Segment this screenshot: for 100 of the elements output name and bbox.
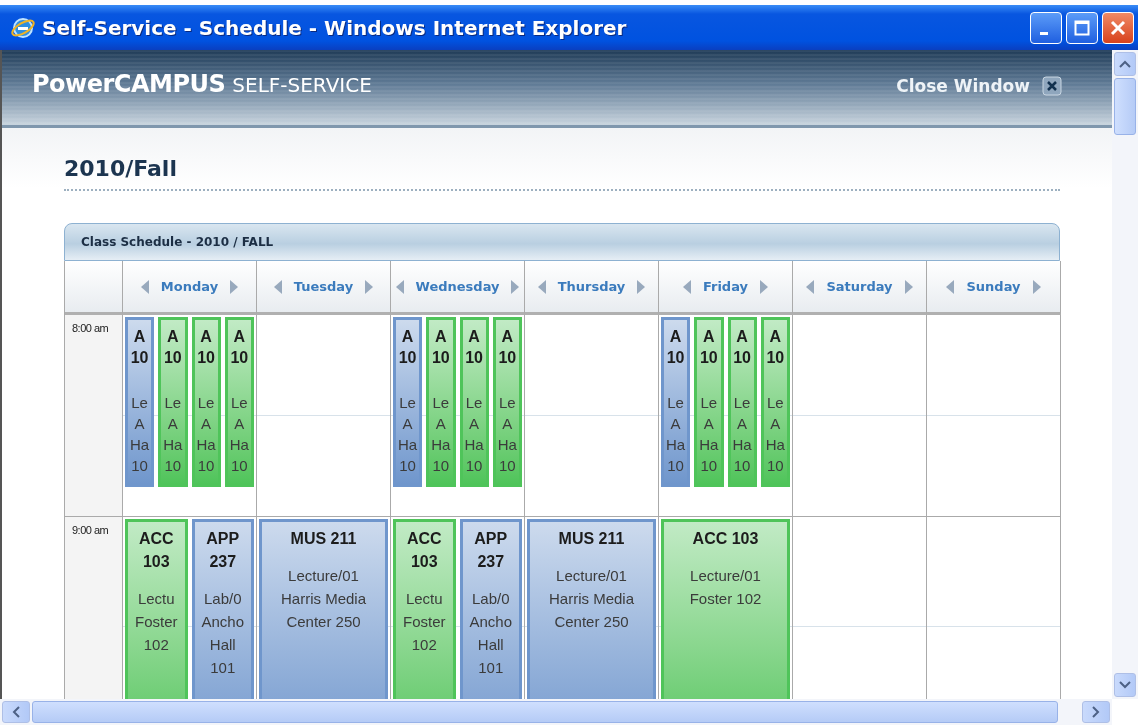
next-arrow-icon[interactable] <box>511 279 520 294</box>
day-name[interactable]: Friday <box>702 279 749 294</box>
time-label: 9:00 am <box>72 524 109 536</box>
course-code: A 10 <box>698 327 719 368</box>
class-details: Le A Ha 10 <box>397 393 419 476</box>
calendar-cell[interactable] <box>927 517 1061 699</box>
class-event[interactable]: ACC 103 Lectu Foster 102 <box>393 519 456 699</box>
maximize-button[interactable] <box>1066 11 1098 44</box>
class-event[interactable]: A 10 Le A Ha 10 <box>426 317 456 487</box>
class-details: Le A Ha 10 <box>463 393 485 476</box>
previous-arrow-icon[interactable] <box>537 279 546 294</box>
time-label: 8:00 am <box>72 322 109 334</box>
course-code: A 10 <box>497 327 518 368</box>
calendar-cell[interactable] <box>927 315 1061 517</box>
course-code: A 10 <box>464 327 484 368</box>
day-name[interactable]: Wednesday <box>415 279 500 294</box>
previous-arrow-icon[interactable] <box>140 279 149 294</box>
course-code: APP 237 <box>473 529 509 572</box>
calendar-cell[interactable] <box>525 315 659 517</box>
next-arrow-icon[interactable] <box>230 279 239 294</box>
class-event[interactable]: A 10 Le A Ha 10 <box>694 317 724 487</box>
window-title: Self-Service - Schedule - Windows Internet Explorer <box>42 15 627 40</box>
class-details: Le A Ha 10 <box>665 393 687 476</box>
class-event[interactable]: A 10 Le A Ha 10 <box>459 317 489 487</box>
scroll-thumb[interactable] <box>1114 78 1136 135</box>
class-event[interactable]: A 10 Le A Ha 10 <box>125 317 155 487</box>
calendar-cell[interactable] <box>793 315 927 517</box>
minimize-icon <box>1040 32 1048 35</box>
class-event[interactable]: A 10 Le A Ha 10 <box>727 317 757 487</box>
course-code: A 10 <box>129 327 150 368</box>
course-code: A 10 <box>765 327 786 368</box>
previous-arrow-icon[interactable] <box>273 279 282 294</box>
calendar-cell[interactable]: A 10 Le A Ha 10 A 10 Le A Ha 10 A 10 Le A Ha 10 A 10 Le A Ha 10 <box>123 315 257 517</box>
course-code: A 10 <box>732 327 752 368</box>
class-details: Lecture/01 Harris Media Center 250 <box>280 566 367 632</box>
next-arrow-icon[interactable] <box>637 279 646 294</box>
class-details: Le A Ha 10 <box>430 393 452 476</box>
course-code: A 10 <box>162 327 183 368</box>
class-event[interactable]: A 10 Le A Ha 10 <box>661 317 691 487</box>
class-details: Le A Ha 10 <box>731 393 753 476</box>
course-code: ACC 103 <box>405 529 443 572</box>
class-details: Le A Ha 10 <box>764 393 786 476</box>
class-event[interactable]: A 10 Le A Ha 10 <box>158 317 188 487</box>
brand-subtitle: SELF-SERVICE <box>232 73 372 97</box>
course-code: A 10 <box>397 327 418 368</box>
day-name[interactable]: Monday <box>160 279 219 294</box>
course-code: APP 237 <box>205 529 241 572</box>
class-details: Lectu Foster 102 <box>134 589 179 655</box>
next-arrow-icon[interactable] <box>365 279 374 294</box>
previous-arrow-icon[interactable] <box>395 279 404 294</box>
class-event[interactable]: A 10 Le A Ha 10 <box>224 317 254 487</box>
close-button[interactable] <box>1102 11 1134 44</box>
vertical-scrollbar[interactable] <box>1112 50 1138 699</box>
panel-title: Class Schedule - 2010 / FALL <box>81 235 274 249</box>
class-details: Lecture/01 Harris Media Center 250 <box>548 566 635 632</box>
class-event[interactable]: A 10 Le A Ha 10 <box>191 317 221 487</box>
maximize-icon <box>1074 19 1090 36</box>
course-code: A 10 <box>665 327 686 368</box>
day-name[interactable]: Thursday <box>557 279 626 294</box>
class-details: Lectu Foster 102 <box>402 589 447 655</box>
next-arrow-icon[interactable] <box>904 279 913 294</box>
previous-arrow-icon[interactable] <box>682 279 691 294</box>
class-details: Lecture/01 Foster 102 <box>688 566 763 609</box>
calendar-cell[interactable] <box>257 315 391 517</box>
class-event[interactable]: ACC 103 Lectu Foster 102 <box>125 519 188 699</box>
class-details: Lab/0 Ancho Hall 101 <box>200 589 245 678</box>
class-event[interactable]: A 10 Le A Ha 10 <box>492 317 522 487</box>
calendar-cell[interactable] <box>793 517 927 699</box>
class-event[interactable]: A 10 Le A Ha 10 <box>393 317 423 487</box>
day-name[interactable]: Tuesday <box>293 279 354 294</box>
class-details: Le A Ha 10 <box>129 393 151 476</box>
term-heading: 2010/Fall <box>64 156 177 181</box>
class-details: Le A Ha 10 <box>228 393 250 476</box>
previous-arrow-icon[interactable] <box>806 279 815 294</box>
calendar-cell[interactable]: A 10 Le A Ha 10 A 10 Le A Ha 10 A 10 Le A Ha 10 A 10 Le A Ha 10 <box>659 315 793 517</box>
close-icon[interactable] <box>1042 76 1062 96</box>
calendar-cell[interactable]: A 10 Le A Ha 10 A 10 Le A Ha 10 A 10 Le A Ha 10 A 10 Le A Ha 10 <box>391 315 525 517</box>
brand-name: PowerCAMPUS <box>32 70 226 98</box>
class-event[interactable]: A 10 Le A Ha 10 <box>760 317 790 487</box>
course-code: ACC 103 <box>691 529 760 549</box>
course-code: ACC 103 <box>137 529 175 572</box>
previous-arrow-icon[interactable] <box>946 279 955 294</box>
day-name[interactable]: Sunday <box>966 279 1021 294</box>
course-code: A 10 <box>430 327 451 368</box>
class-details: Lab/0 Ancho Hall 101 <box>468 589 513 678</box>
class-details: Le A Ha 10 <box>195 393 217 476</box>
course-code: MUS 211 <box>289 529 358 549</box>
horizontal-scrollbar[interactable] <box>0 699 1112 725</box>
next-arrow-icon[interactable] <box>760 279 769 294</box>
next-arrow-icon[interactable] <box>1032 279 1041 294</box>
close-icon <box>1110 19 1126 36</box>
class-details: Le A Ha 10 <box>496 393 518 476</box>
class-event[interactable]: APP 237 Lab/0 Ancho Hall 101 <box>459 519 522 699</box>
class-details: Le A Ha 10 <box>698 393 720 476</box>
class-event[interactable]: APP 237 Lab/0 Ancho Hall 101 <box>191 519 254 699</box>
course-code: A 10 <box>229 327 250 368</box>
minimize-button[interactable] <box>1030 11 1062 44</box>
scroll-thumb[interactable] <box>32 701 1058 723</box>
day-name[interactable]: Saturday <box>826 279 893 294</box>
course-code: A 10 <box>196 327 216 368</box>
